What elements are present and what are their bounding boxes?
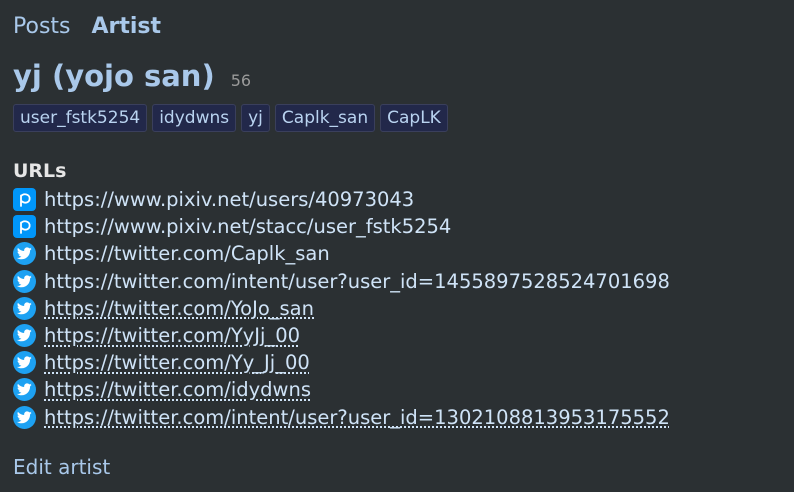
- twitter-icon: [13, 351, 36, 375]
- url-item: https://twitter.com/YyJj_00: [13, 322, 781, 349]
- twitter-icon: [13, 324, 36, 348]
- alias-tag[interactable]: CapLK: [380, 104, 448, 132]
- url-link[interactable]: https://twitter.com/Yy_Jj_00: [44, 351, 310, 374]
- url-link[interactable]: https://twitter.com/Caplk_san: [44, 242, 330, 265]
- url-link[interactable]: https://twitter.com/YoJo_san: [44, 297, 314, 320]
- url-link[interactable]: https://www.pixiv.net/stacc/user_fstk525…: [44, 215, 451, 238]
- url-link[interactable]: https://twitter.com/intent/user?user_id=…: [44, 270, 670, 293]
- twitter-icon: [13, 405, 36, 429]
- tab-bar: Posts Artist: [13, 0, 781, 41]
- alias-tag[interactable]: user_fstk5254: [13, 104, 148, 132]
- url-item: https://twitter.com/Yy_Jj_00: [13, 349, 781, 376]
- url-list: https://www.pixiv.net/users/40973043 http…: [13, 186, 781, 431]
- url-link[interactable]: https://www.pixiv.net/users/40973043: [44, 188, 414, 211]
- tab-artist[interactable]: Artist: [92, 14, 162, 39]
- url-link[interactable]: https://twitter.com/intent/user?user_id=…: [44, 406, 670, 429]
- url-item: https://www.pixiv.net/users/40973043: [13, 186, 781, 213]
- alias-tag[interactable]: Caplk_san: [274, 104, 376, 132]
- post-count: 56: [230, 71, 252, 90]
- url-item: https://twitter.com/Caplk_san: [13, 240, 781, 267]
- twitter-icon: [13, 378, 36, 402]
- pixiv-icon: [13, 188, 36, 212]
- pixiv-icon: [13, 215, 36, 239]
- artist-header: yj (yojo san) 56: [13, 59, 781, 95]
- tab-posts[interactable]: Posts: [13, 14, 71, 39]
- url-item: https://twitter.com/idydwns: [13, 376, 781, 403]
- alias-list: user_fstk5254 idydwns yj Caplk_san CapLK: [13, 104, 781, 132]
- alias-tag[interactable]: idydwns: [152, 104, 237, 132]
- url-item: https://twitter.com/intent/user?user_id=…: [13, 404, 781, 431]
- edit-artist-link[interactable]: Edit artist: [13, 455, 110, 479]
- artist-name[interactable]: yj (yojo san): [13, 59, 215, 93]
- url-link[interactable]: https://twitter.com/idydwns: [44, 378, 311, 401]
- url-item: https://www.pixiv.net/stacc/user_fstk525…: [13, 213, 781, 240]
- url-item: https://twitter.com/YoJo_san: [13, 295, 781, 322]
- url-item: https://twitter.com/intent/user?user_id=…: [13, 268, 781, 295]
- artist-page: Posts Artist yj (yojo san) 56 user_fstk5…: [0, 0, 794, 492]
- url-link[interactable]: https://twitter.com/YyJj_00: [44, 324, 300, 347]
- alias-tag[interactable]: yj: [241, 104, 270, 132]
- twitter-icon: [13, 242, 36, 266]
- twitter-icon: [13, 296, 36, 320]
- urls-heading: URLs: [13, 160, 67, 182]
- twitter-icon: [13, 269, 36, 293]
